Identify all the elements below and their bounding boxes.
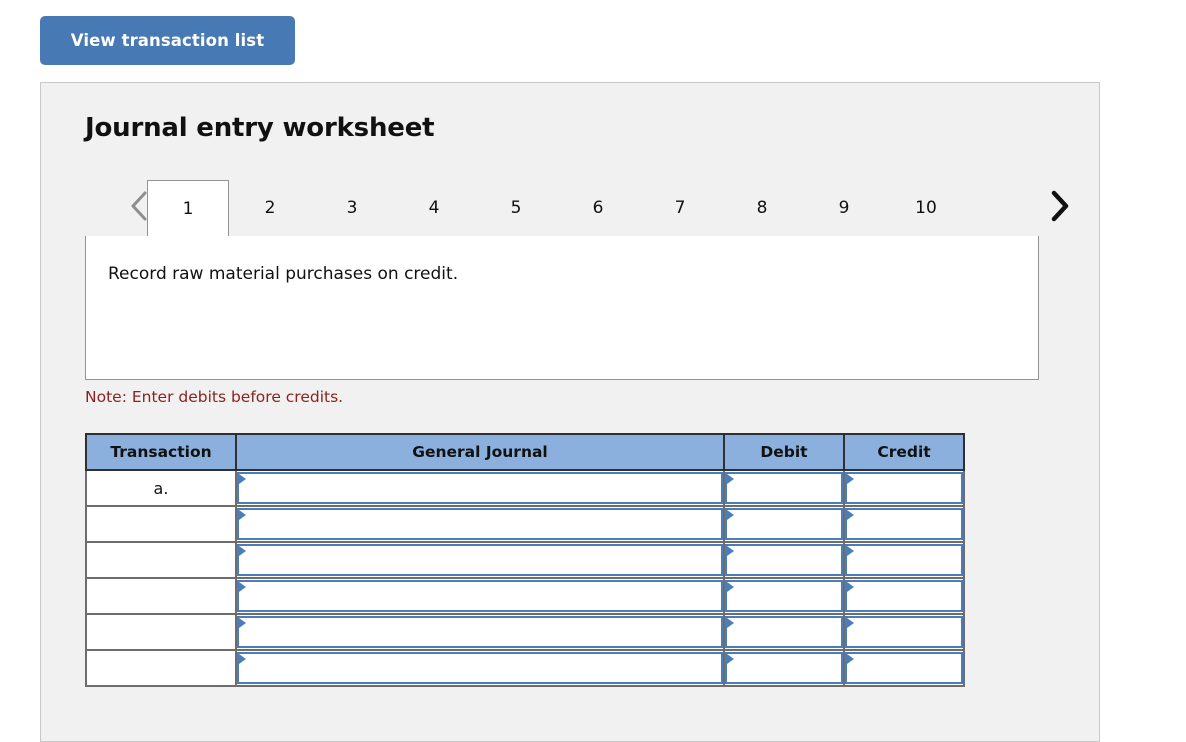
column-header-credit: Credit: [843, 433, 965, 471]
credit-input-cell: [843, 542, 965, 579]
transaction-cell: [85, 578, 237, 615]
tab-label: 7: [674, 198, 686, 218]
tab-label: 5: [510, 198, 522, 218]
journal-entry-worksheet-panel: Journal entry worksheet 1 2 3 4 5 6 7 8 9 10 Reco…: [40, 82, 1100, 742]
tab-4[interactable]: 4: [393, 180, 475, 236]
chevron-right-icon: [1051, 190, 1069, 222]
active-tab-mask: [148, 235, 228, 237]
column-header-general-journal: General Journal: [235, 433, 725, 471]
tab-label: 3: [346, 198, 358, 218]
transaction-cell: [85, 542, 237, 579]
tab-label: 1: [182, 198, 194, 219]
credit-input[interactable]: [845, 616, 963, 648]
general-journal-input-cell: [235, 542, 725, 579]
table-row: a.: [85, 470, 965, 507]
debits-before-credits-note: Note: Enter debits before credits.: [85, 388, 344, 406]
worksheet-tab-strip: 1 2 3 4 5 6 7 8 9 10: [85, 168, 1091, 236]
general-journal-input[interactable]: [237, 544, 723, 576]
debit-input-cell: [723, 614, 845, 651]
tab-3[interactable]: 3: [311, 180, 393, 236]
general-journal-input[interactable]: [237, 652, 723, 684]
credit-input[interactable]: [845, 580, 963, 612]
tab-label: 8: [756, 198, 768, 218]
instruction-text: Record raw material purchases on credit.: [108, 264, 459, 284]
tab-10[interactable]: 10: [885, 180, 967, 236]
credit-input-cell: [843, 650, 965, 687]
table-row: [85, 542, 965, 579]
debit-input[interactable]: [725, 616, 843, 648]
next-page-button[interactable]: [1043, 186, 1075, 226]
debit-input-cell: [723, 542, 845, 579]
tab-2[interactable]: 2: [229, 180, 311, 236]
general-journal-input[interactable]: [237, 580, 723, 612]
general-journal-input[interactable]: [237, 472, 723, 504]
debit-input[interactable]: [725, 544, 843, 576]
general-journal-input-cell: [235, 614, 725, 651]
instruction-panel: Record raw material purchases on credit.: [85, 236, 1039, 380]
credit-input[interactable]: [845, 544, 963, 576]
tab-9[interactable]: 9: [803, 180, 885, 236]
tab-8[interactable]: 8: [721, 180, 803, 236]
view-transaction-list-button[interactable]: View transaction list: [40, 16, 295, 65]
tab-label: 4: [428, 198, 440, 218]
general-journal-input[interactable]: [237, 508, 723, 540]
debit-input[interactable]: [725, 652, 843, 684]
table-row: [85, 650, 965, 687]
credit-input-cell: [843, 470, 965, 507]
debit-input-cell: [723, 650, 845, 687]
general-journal-input-cell: [235, 506, 725, 543]
transaction-cell: [85, 614, 237, 651]
tab-label: 2: [264, 198, 276, 218]
debit-input[interactable]: [725, 580, 843, 612]
credit-input-cell: [843, 506, 965, 543]
table-row: [85, 578, 965, 615]
debit-input-cell: [723, 506, 845, 543]
table-row: [85, 614, 965, 651]
credit-input[interactable]: [845, 652, 963, 684]
column-header-transaction: Transaction: [85, 433, 237, 471]
table-body: a.: [85, 470, 965, 687]
credit-input[interactable]: [845, 472, 963, 504]
tab-label: 6: [592, 198, 604, 218]
debit-input[interactable]: [725, 508, 843, 540]
table-header-row: Transaction General Journal Debit Credit: [85, 433, 965, 471]
page-title: Journal entry worksheet: [85, 113, 435, 143]
general-journal-input-cell: [235, 650, 725, 687]
credit-input[interactable]: [845, 508, 963, 540]
tab-1[interactable]: 1: [147, 180, 229, 236]
general-journal-input[interactable]: [237, 616, 723, 648]
credit-input-cell: [843, 614, 965, 651]
debit-input-cell: [723, 470, 845, 507]
transaction-cell: [85, 506, 237, 543]
column-header-debit: Debit: [723, 433, 845, 471]
tab-5[interactable]: 5: [475, 180, 557, 236]
tab-6[interactable]: 6: [557, 180, 639, 236]
table-row: [85, 506, 965, 543]
transaction-cell: [85, 650, 237, 687]
tab-label: 9: [838, 198, 850, 218]
tab-label: 10: [915, 198, 937, 218]
tab-7[interactable]: 7: [639, 180, 721, 236]
debit-input[interactable]: [725, 472, 843, 504]
transaction-cell: a.: [85, 470, 237, 507]
general-journal-input-cell: [235, 470, 725, 507]
tab-list: 1 2 3 4 5 6 7 8 9 10: [147, 168, 1027, 236]
general-journal-input-cell: [235, 578, 725, 615]
journal-entry-table: Transaction General Journal Debit Credit…: [85, 433, 965, 687]
credit-input-cell: [843, 578, 965, 615]
debit-input-cell: [723, 578, 845, 615]
